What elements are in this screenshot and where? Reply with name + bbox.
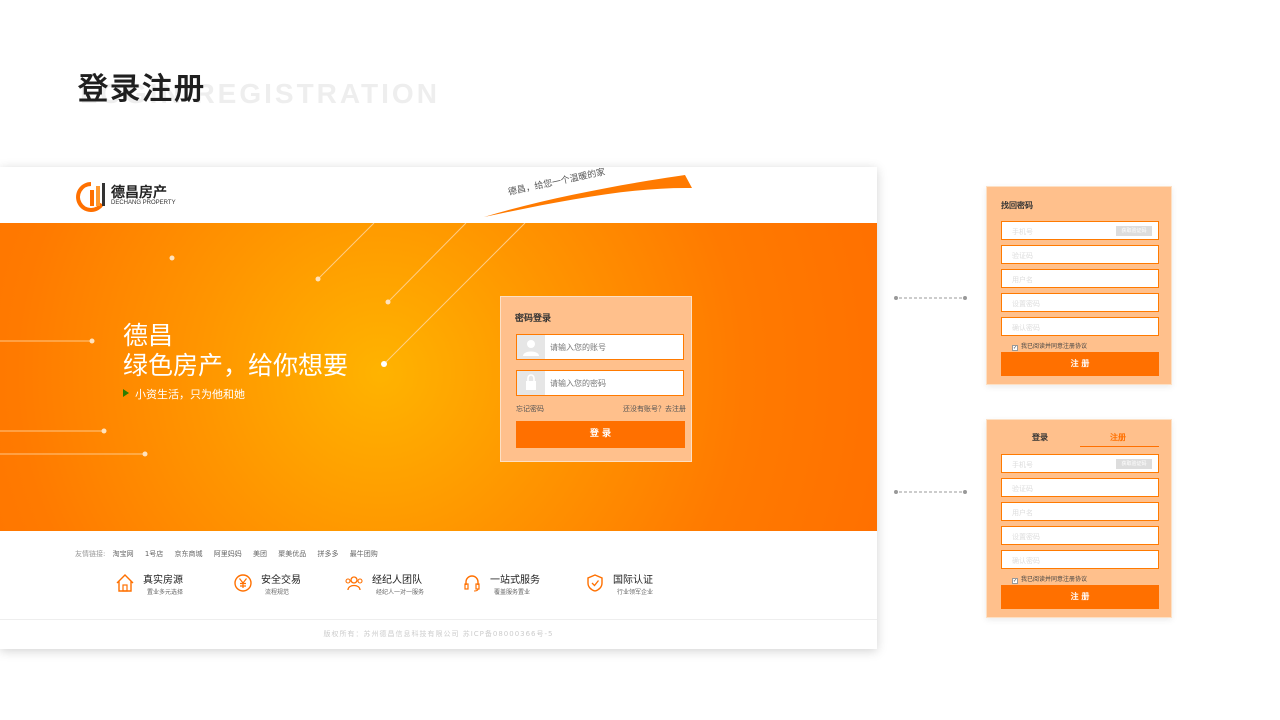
set-password-placeholder: 设置密码 (1012, 533, 1040, 541)
lock-icon (517, 371, 545, 395)
username-placeholder: 用户名 (1012, 509, 1033, 517)
friend-link[interactable]: 最牛团购 (350, 550, 378, 558)
confirm-password-field[interactable]: 确认密码 (1001, 317, 1159, 336)
confirm-password-placeholder: 确认密码 (1012, 324, 1040, 332)
login-title: 密码登录 (515, 314, 552, 324)
register-submit-button[interactable]: 注 册 (1001, 585, 1159, 609)
get-code-button[interactable]: 获取验证码 (1116, 226, 1152, 236)
agree-checkbox[interactable]: ✓ (1012, 345, 1018, 351)
friend-links-label: 友情链接: (75, 550, 106, 558)
feature-subtitle: 行业领军企业 (617, 589, 654, 596)
logo[interactable]: 德昌房产 DECHANG PROPERTY (75, 180, 185, 212)
recover-submit-button[interactable]: 注 册 (1001, 352, 1159, 376)
connector-line (894, 296, 967, 300)
friend-link[interactable]: 阿里妈妈 (214, 550, 242, 558)
username-field[interactable]: 用户名 (1001, 502, 1159, 521)
code-field[interactable]: 验证码 (1001, 478, 1159, 497)
login-page-mockup: 德昌房产 DECHANG PROPERTY 德昌，给您一个温暖的家 德昌 绿色房… (0, 167, 877, 649)
friend-links: 友情链接: 淘宝网 1号店 京东商城 阿里妈妈 美团 聚美优品 拼多多 最牛团购 (75, 549, 387, 559)
account-placeholder: 请输入您的账号 (550, 343, 606, 352)
confirm-password-field[interactable]: 确认密码 (1001, 550, 1159, 569)
username-field[interactable]: 用户名 (1001, 269, 1159, 288)
feature-title: 真实房源 (143, 575, 183, 586)
feature-title: 经纪人团队 (372, 575, 422, 586)
logo-mark-icon (76, 182, 105, 212)
hero-banner: 德昌 绿色房产，给你想要 小资生活，只为他和她 密码登录 请输入您的账号 请输入… (0, 223, 877, 531)
recover-title: 找回密码 (1001, 201, 1033, 210)
top-bar: 德昌房产 DECHANG PROPERTY 德昌，给您一个温暖的家 (0, 167, 877, 223)
agree-text: 我已阅读并同意注册协议 (1021, 576, 1088, 583)
confirm-password-placeholder: 确认密码 (1012, 557, 1040, 565)
banner-title: 德昌 绿色房产，给你想要 (123, 321, 348, 381)
active-tab-underline (1080, 446, 1159, 447)
team-icon (345, 576, 363, 591)
footer-copyright: 版权所有：苏州德昌信息科技有限公司 苏ICP备08000366号-5 (323, 630, 554, 638)
code-field[interactable]: 验证码 (1001, 245, 1159, 264)
footer-divider (0, 619, 877, 620)
friend-link[interactable]: 聚美优品 (278, 550, 306, 558)
phone-placeholder: 手机号 (1012, 461, 1033, 469)
friend-link[interactable]: 京东商城 (175, 550, 203, 558)
set-password-field[interactable]: 设置密码 (1001, 526, 1159, 545)
code-placeholder: 验证码 (1012, 252, 1033, 260)
feature-subtitle: 置业多元选择 (147, 589, 184, 596)
phone-placeholder: 手机号 (1012, 228, 1033, 236)
login-form: 密码登录 请输入您的账号 请输入您的密码 忘记密码 还没有账号？去注册 登 录 (500, 296, 692, 462)
banner-title-line2: 绿色房产，给你想要 (123, 351, 349, 380)
account-input[interactable]: 请输入您的账号 (516, 334, 684, 360)
banner-subtitle: 小资生活，只为他和她 (123, 386, 245, 402)
logo-subtext: DECHANG PROPERTY (111, 200, 176, 206)
get-code-button[interactable]: 获取验证码 (1116, 459, 1152, 469)
register-link[interactable]: 还没有账号？去注册 (623, 404, 686, 414)
agree-checkbox[interactable]: ✓ (1012, 578, 1018, 584)
agree-row[interactable]: ✓ 我已阅读并同意注册协议 (1012, 574, 1087, 584)
recover-password-card: 找回密码 手机号 获取验证码 验证码 用户名 设置密码 确认密码 ✓ 我已阅读并同… (986, 186, 1172, 385)
login-button[interactable]: 登 录 (516, 421, 685, 448)
feature-subtitle: 覆盖服务置业 (494, 589, 531, 596)
yen-icon (234, 574, 252, 592)
agree-row[interactable]: ✓ 我已阅读并同意注册协议 (1012, 341, 1087, 351)
forgot-password-link[interactable]: 忘记密码 (516, 405, 544, 413)
design-board: LOGIN REGISTRATION 登录注册 德昌房产 DECHANG PRO… (0, 0, 1280, 720)
friend-link[interactable]: 美团 (253, 550, 267, 558)
house-icon (116, 574, 134, 592)
set-password-placeholder: 设置密码 (1012, 300, 1040, 308)
set-password-field[interactable]: 设置密码 (1001, 293, 1159, 312)
friend-link[interactable]: 淘宝网 (113, 550, 134, 558)
password-placeholder: 请输入您的密码 (550, 379, 606, 388)
headset-icon (464, 575, 480, 592)
user-icon (517, 335, 545, 359)
friend-link[interactable]: 拼多多 (317, 550, 338, 558)
feature-subtitle: 经纪人一对一服务 (376, 589, 425, 596)
password-input[interactable]: 请输入您的密码 (516, 370, 684, 396)
heading-chinese: 登录注册 (78, 72, 206, 107)
feature-subtitle: 流程规范 (265, 589, 290, 596)
agree-text: 我已阅读并同意注册协议 (1021, 343, 1088, 350)
phone-field[interactable]: 手机号 获取验证码 (1001, 454, 1159, 473)
shield-icon (587, 574, 603, 592)
feature-title: 国际认证 (613, 575, 653, 586)
logo-text: 德昌房产 (111, 185, 167, 201)
feature-title: 安全交易 (261, 575, 301, 586)
username-placeholder: 用户名 (1012, 276, 1033, 284)
feature-title: 一站式服务 (490, 575, 540, 586)
register-card: 登录 注册 手机号 获取验证码 验证码 用户名 设置密码 确认密码 ✓ 我已阅读并… (986, 419, 1172, 618)
tab-register[interactable]: 注册 (1110, 432, 1126, 443)
banner-title-line1: 德昌 (123, 321, 174, 350)
connector-line (894, 490, 967, 494)
code-placeholder: 验证码 (1012, 485, 1033, 493)
tab-login[interactable]: 登录 (1032, 432, 1048, 443)
friend-link[interactable]: 1号店 (145, 550, 163, 558)
login-links: 忘记密码 还没有账号？去注册 (516, 404, 686, 414)
phone-field[interactable]: 手机号 获取验证码 (1001, 221, 1159, 240)
